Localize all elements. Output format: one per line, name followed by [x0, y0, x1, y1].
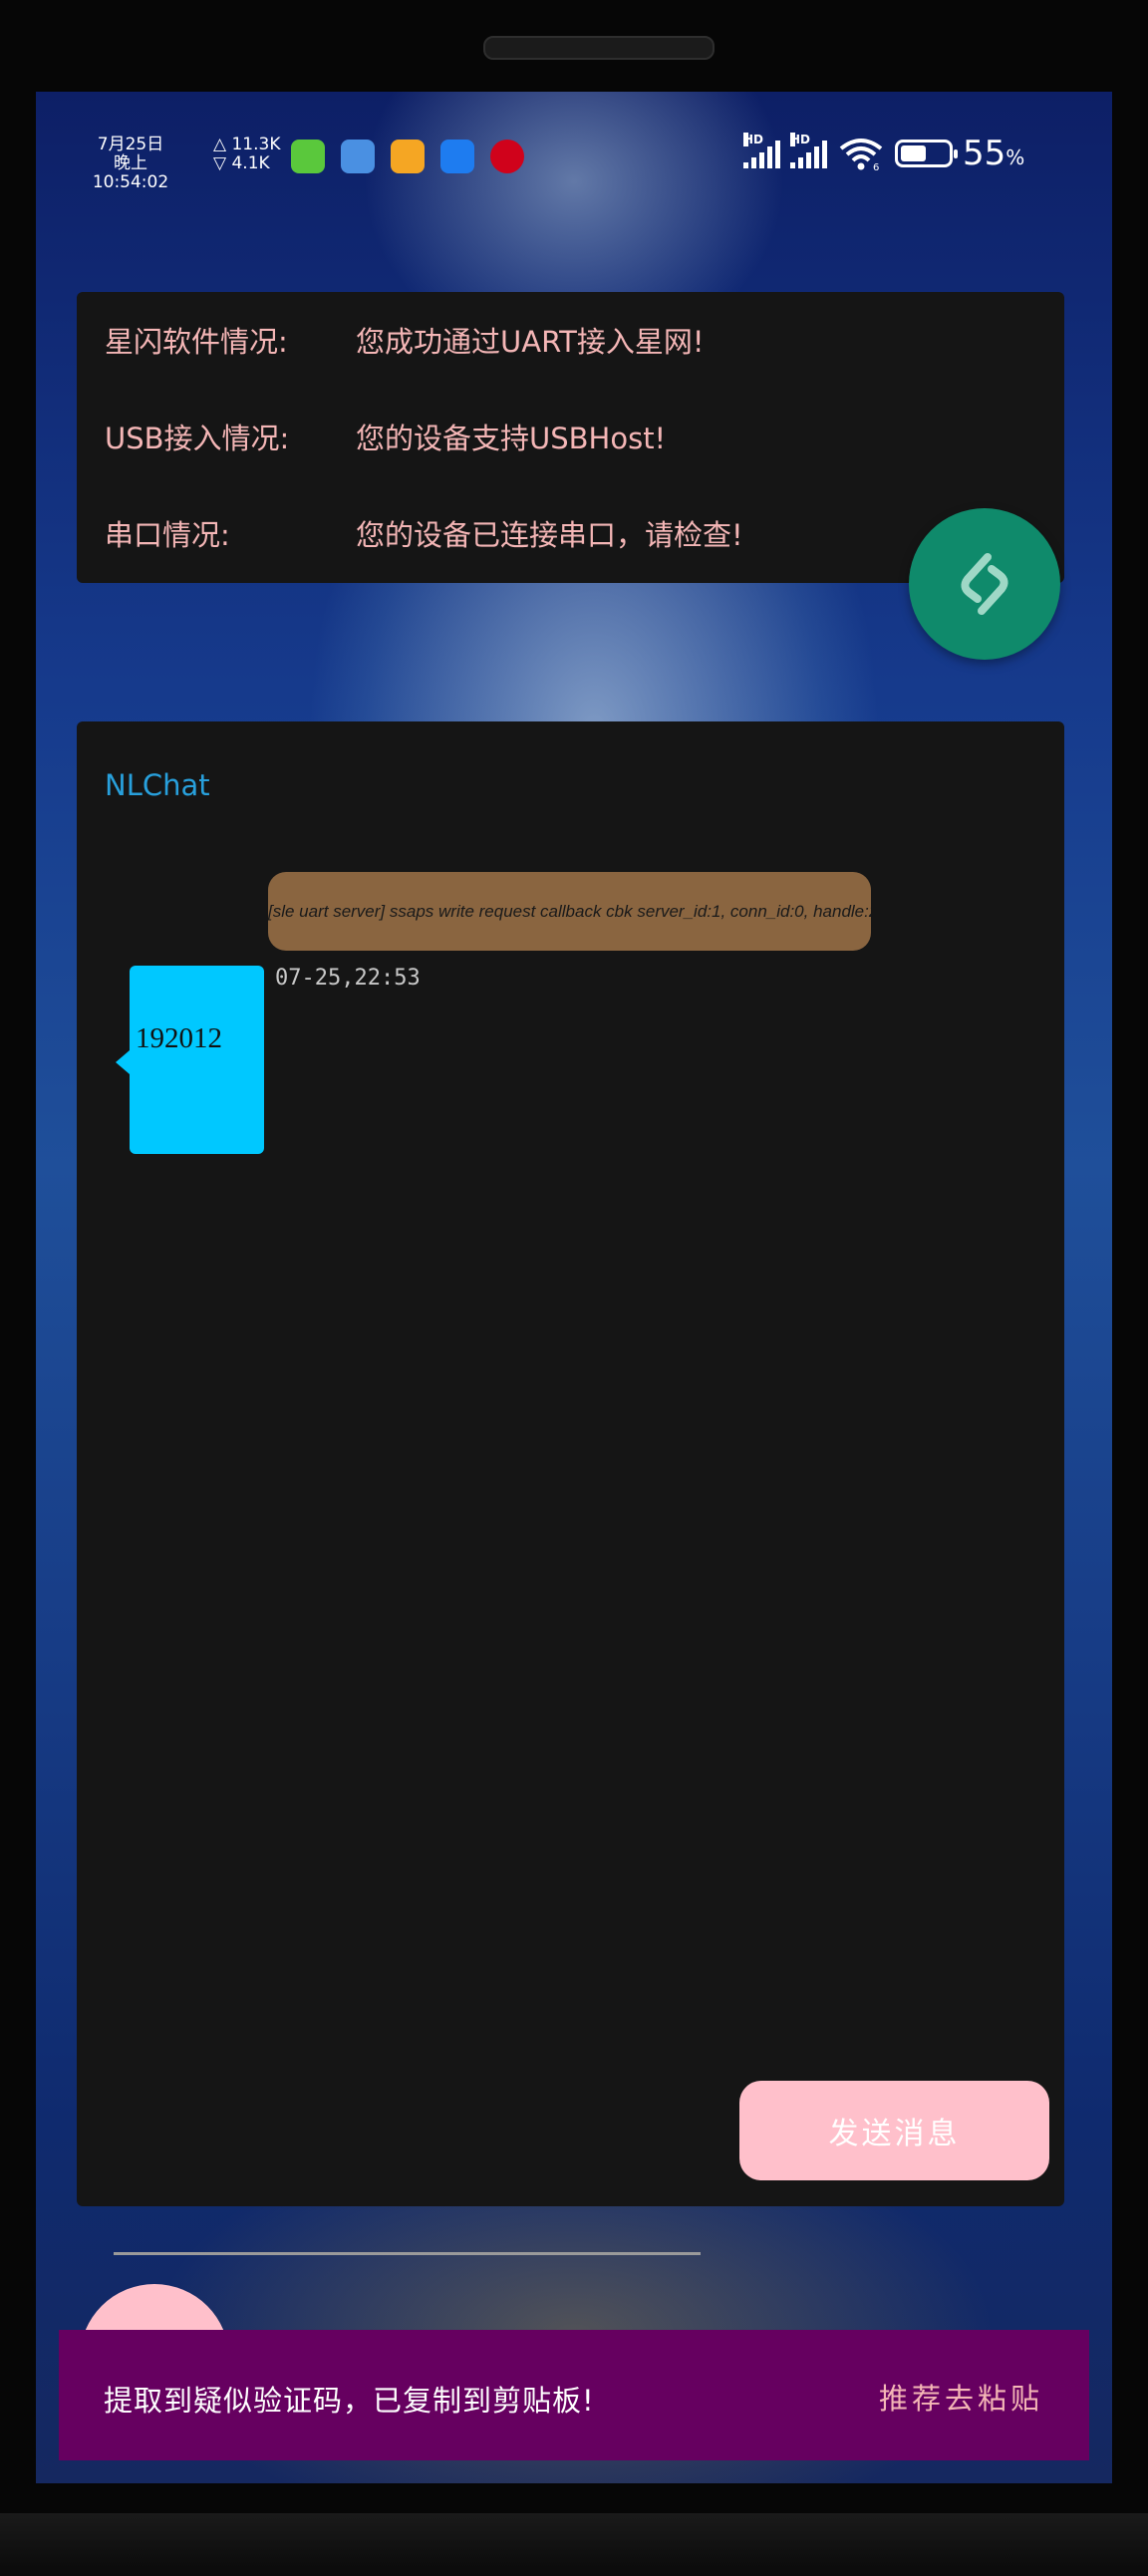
connect-fab-button[interactable] [909, 508, 1060, 660]
upload-speed: △ 11.3K [213, 135, 281, 154]
feishu-app-icon [440, 140, 474, 173]
top-bezel [0, 0, 1148, 92]
info-label: 星闪软件情况: [105, 325, 288, 359]
battery-percent-unit: % [1005, 145, 1025, 169]
info-label: 串口情况: [105, 518, 230, 552]
message-input-underline [114, 2195, 705, 2255]
wifi-icon: 6 [839, 139, 883, 170]
link-icon [961, 553, 1008, 615]
message-bubble[interactable]: 192012 [116, 966, 264, 1154]
android-app-icon [291, 140, 325, 173]
photos-app-icon [341, 140, 375, 173]
bank-app-icon [490, 140, 524, 173]
battery-percent: 55% [963, 134, 1024, 173]
signal-1-icon: HD [743, 133, 780, 168]
wifi-6-label: 6 [873, 162, 879, 170]
signal-1-hd-label: HD [743, 133, 764, 146]
info-value: 您的设备已连接串口，请检查! [356, 518, 743, 552]
status-date: 7月25日 [97, 135, 164, 154]
battery-fill [901, 145, 927, 161]
network-speed: △ 11.3K ▽ 4.1K [213, 136, 280, 173]
battery-icon [895, 140, 958, 167]
screen: 7月25日 晚上10:54:02 △ 11.3K ▽ 4.1K HD HD 6 … [36, 92, 1112, 2483]
info-value: 您成功通过UART接入星网! [356, 325, 705, 359]
snackbar-action-button[interactable]: 推荐去粘贴 [879, 2376, 1043, 2418]
send-message-button[interactable]: 发送消息 [739, 2081, 1049, 2180]
snackbar-message: 提取到疑似验证码，已复制到剪贴板! [104, 2384, 595, 2418]
chat-title: NLChat [105, 768, 210, 802]
download-speed: ▽ 4.1K [213, 153, 270, 173]
signal-2-hd-label: HD [790, 133, 811, 146]
bottom-bezel [0, 2513, 1148, 2576]
mail-app-icon [391, 140, 425, 173]
phone-frame: 7月25日 晚上10:54:02 △ 11.3K ▽ 4.1K HD HD 6 … [0, 0, 1148, 2576]
info-label: USB接入情况: [105, 422, 290, 455]
message-input[interactable] [114, 2195, 705, 2247]
status-datetime: 7月25日 晚上10:54:02 [86, 136, 175, 192]
message-timestamp: 07-25,22:53 [275, 966, 421, 991]
status-time: 晚上10:54:02 [92, 153, 169, 192]
battery-percent-value: 55 [963, 134, 1006, 173]
info-value: 您的设备支持USBHost! [356, 422, 667, 455]
connection-status-card: 星闪软件情况: 您成功通过UART接入星网! USB接入情况: 您的设备支持US… [77, 292, 1064, 583]
earpiece-speaker [483, 36, 715, 60]
status-right: HD HD 6 55% [743, 133, 1024, 173]
system-message-bubble: [sle uart server] ssaps write request ca… [268, 872, 871, 951]
snackbar: 提取到疑似验证码，已复制到剪贴板! 推荐去粘贴 [59, 2330, 1089, 2460]
message-text: 192012 [136, 1022, 222, 1054]
status-bar: 7月25日 晚上10:54:02 △ 11.3K ▽ 4.1K HD HD 6 … [36, 92, 1112, 192]
chat-card: NLChat [sle uart server] ssaps write req… [77, 721, 1064, 2255]
signal-2-icon: HD [790, 133, 827, 168]
